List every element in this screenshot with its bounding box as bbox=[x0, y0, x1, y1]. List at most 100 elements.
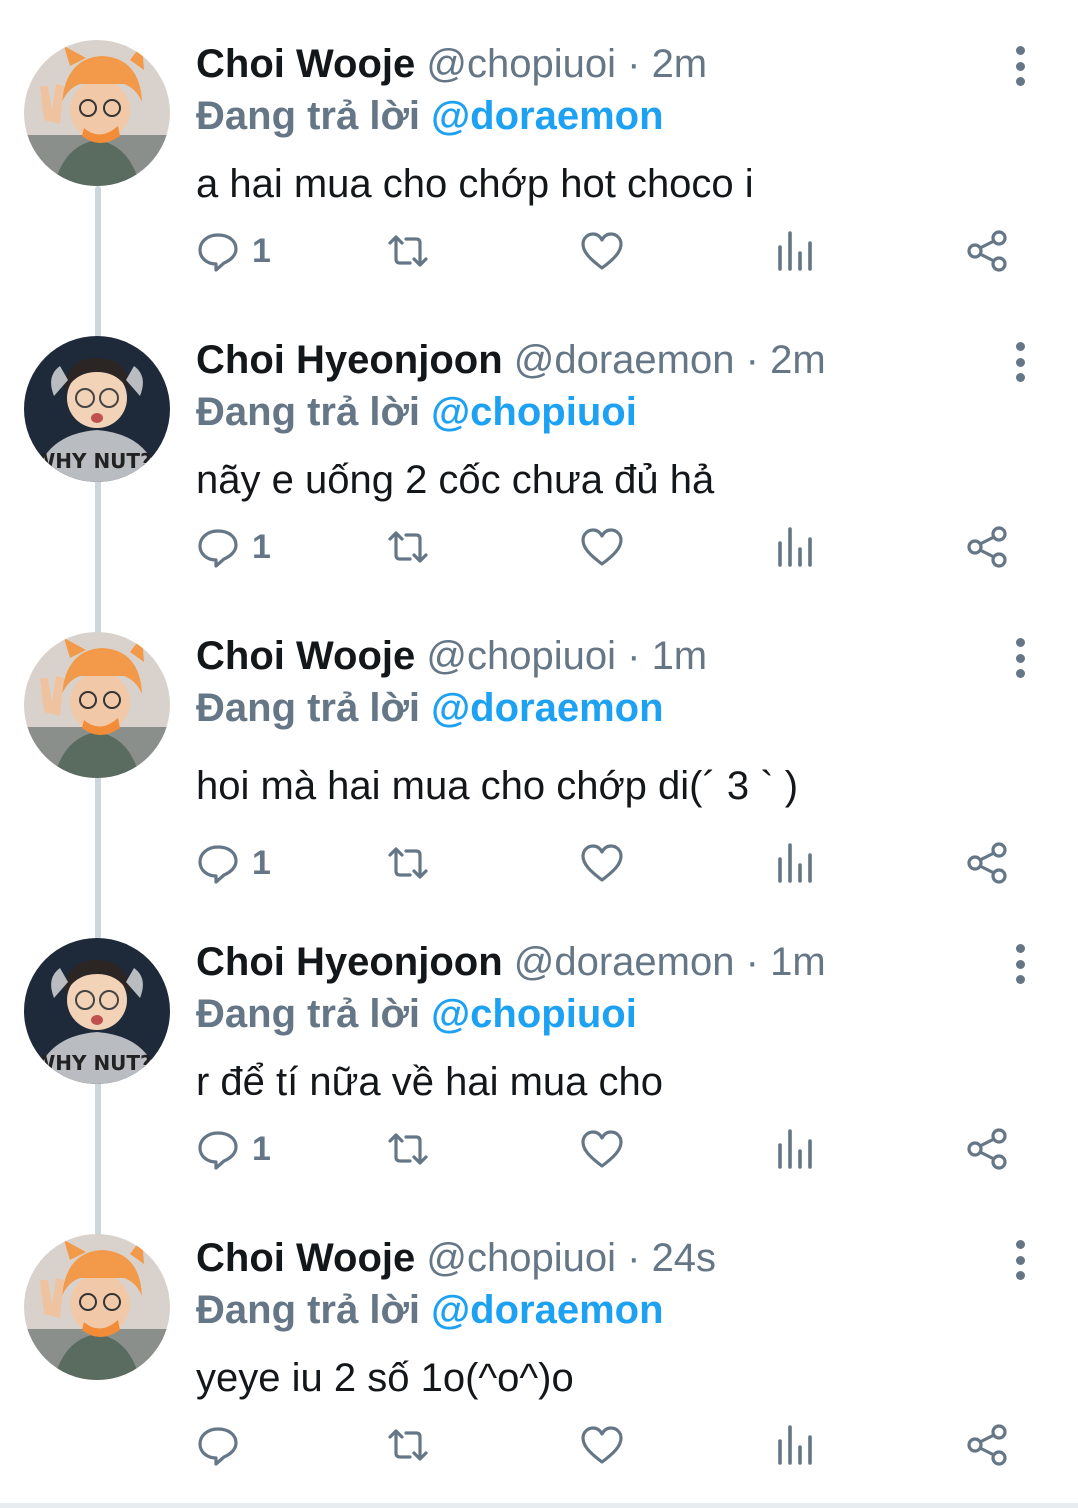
tweet-time[interactable]: 24s bbox=[652, 1236, 717, 1280]
bottom-divider bbox=[0, 1503, 1078, 1508]
reply-button[interactable] bbox=[196, 1420, 252, 1470]
tweet-text: nãy e uống 2 cốc chưa đủ hả bbox=[196, 458, 715, 502]
reply-icon bbox=[198, 1427, 238, 1466]
analytics-button[interactable] bbox=[774, 226, 818, 276]
reply-mention[interactable]: @doraemon bbox=[431, 686, 663, 730]
share-icon bbox=[967, 1128, 1007, 1170]
tweet[interactable]: Choi Wooje @chopiuoi · 24s Đang trả lời … bbox=[0, 1194, 1078, 1492]
share-button[interactable] bbox=[966, 226, 1010, 276]
reply-prefix: Đang trả lời bbox=[196, 1288, 421, 1332]
analytics-button[interactable] bbox=[774, 1420, 818, 1470]
author-handle[interactable]: @chopiuoi bbox=[426, 634, 616, 678]
like-button[interactable] bbox=[580, 1420, 624, 1470]
like-button[interactable] bbox=[580, 838, 624, 888]
author-handle[interactable]: @doraemon bbox=[514, 940, 735, 984]
reply-button[interactable]: 1 bbox=[196, 226, 271, 276]
reply-button[interactable]: 1 bbox=[196, 1124, 271, 1174]
share-icon bbox=[967, 1424, 1007, 1466]
author-name[interactable]: Choi Hyeonjoon bbox=[196, 338, 503, 382]
reply-mention[interactable]: @chopiuoi bbox=[431, 390, 637, 434]
author-handle[interactable]: @chopiuoi bbox=[426, 42, 616, 86]
tweet-time[interactable]: 1m bbox=[652, 634, 708, 678]
tweet-content: Choi Wooje @chopiuoi · 1m Đang trả lời @… bbox=[196, 630, 998, 812]
avatar-wooje[interactable] bbox=[24, 1234, 170, 1380]
reply-icon bbox=[198, 1131, 238, 1170]
analytics-button[interactable] bbox=[774, 1124, 818, 1174]
reply-count: 1 bbox=[252, 231, 271, 270]
avatar-wooje[interactable] bbox=[24, 40, 170, 186]
separator-dot: · bbox=[627, 1236, 641, 1280]
more-options-icon[interactable] bbox=[1010, 46, 1030, 86]
avatar-hyeonjoon[interactable]: WHY NUT?! bbox=[24, 938, 170, 1084]
reply-count: 1 bbox=[252, 843, 271, 882]
more-options-icon[interactable] bbox=[1010, 944, 1030, 984]
tweet[interactable]: WHY NUT?! Choi Hyeonjoon @doraemon · 1m … bbox=[0, 898, 1078, 1196]
replying-to: Đang trả lời @doraemon bbox=[196, 682, 998, 734]
share-button[interactable] bbox=[966, 1124, 1010, 1174]
shirt-text: WHY NUT?! bbox=[33, 449, 161, 473]
tweet[interactable]: Choi Wooje @chopiuoi · 2m Đang trả lời @… bbox=[0, 0, 1078, 298]
tweet-time[interactable]: 1m bbox=[770, 940, 826, 984]
tweet-header: Choi Hyeonjoon @doraemon · 1m bbox=[196, 936, 998, 988]
author-name[interactable]: Choi Hyeonjoon bbox=[196, 940, 503, 984]
reply-mention[interactable]: @chopiuoi bbox=[431, 992, 637, 1036]
author-handle[interactable]: @chopiuoi bbox=[426, 1236, 616, 1280]
analytics-icon bbox=[778, 1129, 812, 1169]
shirt-text: WHY NUT?! bbox=[33, 1051, 161, 1075]
tweet-content: Choi Hyeonjoon @doraemon · 2m Đang trả l… bbox=[196, 334, 998, 506]
reply-prefix: Đang trả lời bbox=[196, 94, 421, 138]
tweet-header: Choi Hyeonjoon @doraemon · 2m bbox=[196, 334, 998, 386]
reply-button[interactable]: 1 bbox=[196, 522, 271, 572]
share-button[interactable] bbox=[966, 1420, 1010, 1470]
separator-dot: · bbox=[627, 42, 641, 86]
tweet-actions: 1 bbox=[196, 522, 1018, 572]
author-name[interactable]: Choi Wooje bbox=[196, 1236, 415, 1280]
avatar-hyeonjoon[interactable]: WHY NUT?! bbox=[24, 336, 170, 482]
like-button[interactable] bbox=[580, 1124, 624, 1174]
retweet-icon bbox=[388, 531, 428, 563]
retweet-icon bbox=[388, 847, 428, 879]
tweet-content: Choi Hyeonjoon @doraemon · 1m Đang trả l… bbox=[196, 936, 998, 1108]
retweet-button[interactable] bbox=[386, 1124, 430, 1174]
tweet-time[interactable]: 2m bbox=[652, 42, 708, 86]
replying-to: Đang trả lời @doraemon bbox=[196, 90, 998, 142]
retweet-button[interactable] bbox=[386, 226, 430, 276]
analytics-button[interactable] bbox=[774, 838, 818, 888]
more-options-icon[interactable] bbox=[1010, 1240, 1030, 1280]
more-options-icon[interactable] bbox=[1010, 342, 1030, 382]
author-name[interactable]: Choi Wooje bbox=[196, 634, 415, 678]
like-button[interactable] bbox=[580, 226, 624, 276]
retweet-button[interactable] bbox=[386, 1420, 430, 1470]
avatar-wooje[interactable] bbox=[24, 632, 170, 778]
tweet-content: Choi Wooje @chopiuoi · 2m Đang trả lời @… bbox=[196, 38, 998, 210]
heart-icon bbox=[581, 1426, 623, 1464]
analytics-button[interactable] bbox=[774, 522, 818, 572]
share-button[interactable] bbox=[966, 838, 1010, 888]
tweet-time[interactable]: 2m bbox=[770, 338, 826, 382]
tweet[interactable]: WHY NUT?! Choi Hyeonjoon @doraemon · 2m … bbox=[0, 296, 1078, 594]
share-icon bbox=[967, 526, 1007, 568]
reply-count: 1 bbox=[252, 527, 271, 566]
author-name[interactable]: Choi Wooje bbox=[196, 42, 415, 86]
share-button[interactable] bbox=[966, 522, 1010, 572]
tweet-text: yeye iu 2 số 1o(^o^)o bbox=[196, 1356, 574, 1400]
reply-mention[interactable]: @doraemon bbox=[431, 94, 663, 138]
analytics-icon bbox=[778, 843, 812, 883]
tweet-text: hoi mà hai mua cho chớp di(´ 3 ` ) bbox=[196, 764, 799, 808]
tweet-header: Choi Wooje @chopiuoi · 2m bbox=[196, 38, 998, 90]
retweet-button[interactable] bbox=[386, 522, 430, 572]
replying-to: Đang trả lời @doraemon bbox=[196, 1284, 998, 1336]
tweet-header: Choi Wooje @chopiuoi · 24s bbox=[196, 1232, 998, 1284]
reply-mention[interactable]: @doraemon bbox=[431, 1288, 663, 1332]
replying-to: Đang trả lời @chopiuoi bbox=[196, 386, 998, 438]
tweet[interactable]: Choi Wooje @chopiuoi · 1m Đang trả lời @… bbox=[0, 592, 1078, 890]
more-options-icon[interactable] bbox=[1010, 638, 1030, 678]
author-handle[interactable]: @doraemon bbox=[514, 338, 735, 382]
reply-button[interactable]: 1 bbox=[196, 838, 271, 888]
tweet-actions: 1 bbox=[196, 1124, 1018, 1174]
like-button[interactable] bbox=[580, 522, 624, 572]
tweet-actions: 1 bbox=[196, 838, 1018, 888]
heart-icon bbox=[581, 844, 623, 882]
retweet-button[interactable] bbox=[386, 838, 430, 888]
reply-prefix: Đang trả lời bbox=[196, 390, 421, 434]
